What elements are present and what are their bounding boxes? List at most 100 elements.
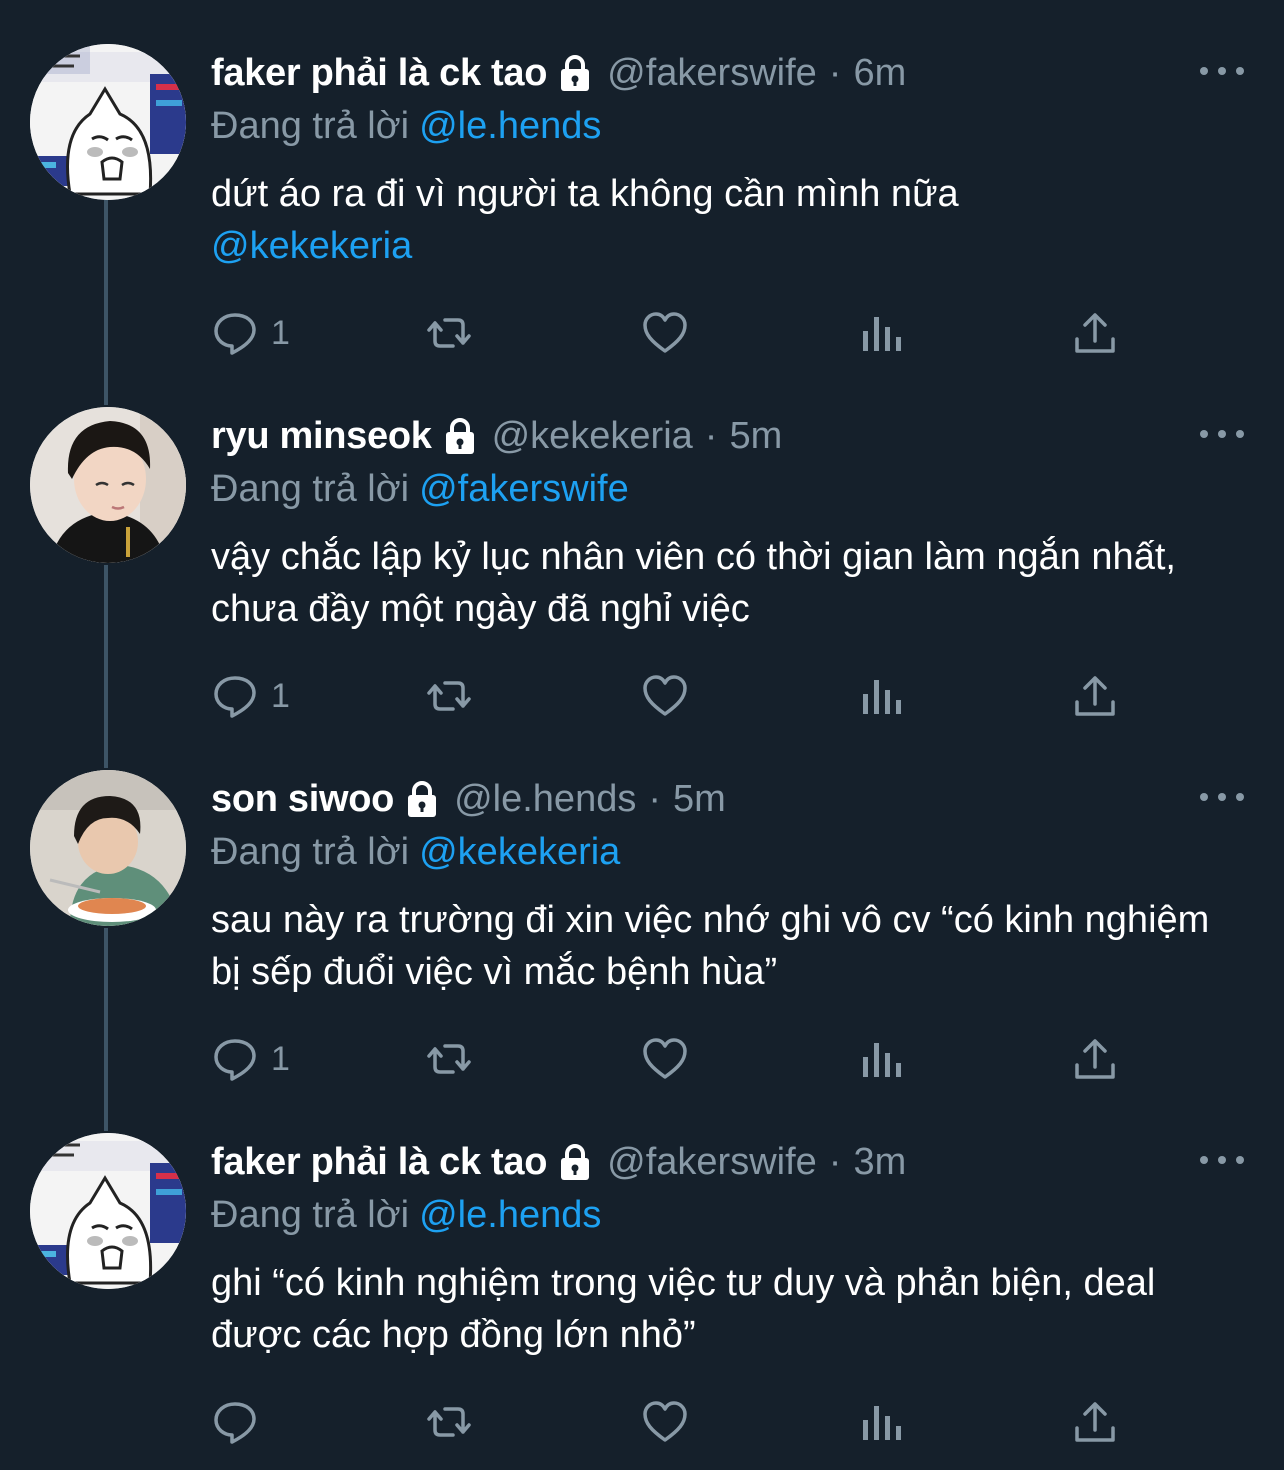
- tweet-text: dứt áo ra đi vì người ta không cần mình …: [211, 168, 1241, 272]
- action-bar: 1: [211, 1029, 1211, 1089]
- reply-to-mention[interactable]: @fakerswife: [419, 468, 629, 510]
- separator: ·: [828, 1141, 842, 1183]
- tweet-text-content: ghi “có kinh nghiệm trong việc tư duy và…: [211, 1262, 1156, 1356]
- retweet-icon: [427, 1044, 471, 1074]
- more-dots-icon[interactable]: [1200, 56, 1244, 86]
- handle[interactable]: @le.hends: [454, 770, 636, 828]
- reply-icon: [214, 676, 256, 718]
- reply-button[interactable]: 1: [211, 303, 290, 363]
- retweet-icon: [427, 318, 471, 348]
- avatar-image: [30, 407, 186, 563]
- separator: ·: [828, 52, 842, 94]
- reply-icon: [214, 1039, 256, 1081]
- reply-context: Đang trả lời @le.hends: [211, 1191, 1244, 1239]
- avatar-image: [30, 1133, 186, 1289]
- action-bar: 1: [211, 666, 1211, 726]
- avatar[interactable]: [30, 1133, 186, 1289]
- tweet-text: vậy chắc lập kỷ lục nhân viên có thời gi…: [211, 531, 1241, 635]
- reply-context: Đang trả lời @fakerswife: [211, 465, 1244, 513]
- analytics-icon: [863, 1043, 901, 1077]
- timestamp[interactable]: 3m: [853, 1133, 906, 1191]
- analytics-button[interactable]: [857, 666, 905, 726]
- reply-to-mention[interactable]: @le.hends: [419, 1194, 601, 1236]
- reply-to-mention[interactable]: @le.hends: [419, 105, 601, 147]
- tweet-text: sau này ra trường đi xin việc nhớ ghi vô…: [211, 894, 1241, 998]
- handle[interactable]: @fakerswife: [607, 1133, 817, 1191]
- display-name[interactable]: ryu minseok: [211, 407, 432, 465]
- like-button[interactable]: [641, 1029, 689, 1089]
- timestamp[interactable]: 6m: [853, 44, 906, 102]
- share-button[interactable]: [1071, 666, 1119, 726]
- lock-icon: [402, 779, 442, 819]
- like-icon: [643, 675, 687, 716]
- tweet-text: ghi “có kinh nghiệm trong việc tư duy và…: [211, 1257, 1241, 1361]
- avatar[interactable]: [30, 407, 186, 563]
- separator: ·: [704, 415, 718, 457]
- retweet-button[interactable]: [425, 1029, 473, 1089]
- reply-button[interactable]: 1: [211, 666, 290, 726]
- timestamp[interactable]: 5m: [673, 770, 726, 828]
- tweet[interactable]: faker phải là ck tao @fakerswife · 6m Đa…: [0, 44, 1284, 364]
- reply-icon: [214, 313, 256, 355]
- more-dots-icon[interactable]: [1200, 1145, 1244, 1175]
- handle[interactable]: @kekekeria: [492, 407, 693, 465]
- lock-icon: [555, 1142, 595, 1182]
- retweet-button[interactable]: [425, 666, 473, 726]
- share-icon: [1075, 1402, 1115, 1442]
- like-icon: [643, 312, 687, 353]
- text-mention[interactable]: @kekekeria: [211, 220, 1241, 272]
- like-icon: [643, 1401, 687, 1442]
- lock-icon: [555, 53, 595, 93]
- action-bar: [211, 1392, 1211, 1452]
- share-button[interactable]: [1071, 1392, 1119, 1452]
- analytics-button[interactable]: [857, 1392, 905, 1452]
- like-button[interactable]: [641, 666, 689, 726]
- avatar[interactable]: [30, 770, 186, 926]
- analytics-icon: [863, 680, 901, 714]
- tweet-text-content: dứt áo ra đi vì người ta không cần mình …: [211, 173, 959, 215]
- share-icon: [1075, 1039, 1115, 1079]
- retweet-button[interactable]: [425, 303, 473, 363]
- analytics-icon: [863, 317, 901, 351]
- timestamp[interactable]: 5m: [729, 407, 782, 465]
- analytics-button[interactable]: [857, 1029, 905, 1089]
- analytics-button[interactable]: [857, 303, 905, 363]
- like-button[interactable]: [641, 303, 689, 363]
- tweet[interactable]: son siwoo @le.hends · 5m Đang trả lời @ke…: [0, 770, 1284, 1090]
- retweet-icon: [427, 1407, 471, 1437]
- retweet-icon: [427, 681, 471, 711]
- analytics-icon: [863, 1406, 901, 1440]
- avatar-image: [30, 44, 186, 200]
- reply-prefix: Đang trả lời: [211, 105, 410, 147]
- handle[interactable]: @fakerswife: [607, 44, 817, 102]
- action-bar: 1: [211, 303, 1211, 363]
- tweet[interactable]: ryu minseok @kekekeria · 5m Đang trả lời…: [0, 407, 1284, 727]
- lock-icon: [440, 416, 480, 456]
- reply-count: 1: [271, 1039, 290, 1078]
- reply-button[interactable]: 1: [211, 1029, 290, 1089]
- share-icon: [1075, 313, 1115, 353]
- share-button[interactable]: [1071, 1029, 1119, 1089]
- reply-prefix: Đang trả lời: [211, 1194, 410, 1236]
- tweet[interactable]: faker phải là ck tao @fakerswife · 3m Đa…: [0, 1133, 1284, 1453]
- retweet-button[interactable]: [425, 1392, 473, 1452]
- reply-button[interactable]: [211, 1392, 271, 1452]
- reply-to-mention[interactable]: @kekekeria: [419, 831, 620, 873]
- reply-count: 1: [271, 676, 290, 715]
- more-dots-icon[interactable]: [1200, 782, 1244, 812]
- reply-icon: [214, 1402, 256, 1444]
- tweet-text-content: vậy chắc lập kỷ lục nhân viên có thời gi…: [211, 536, 1176, 630]
- reply-prefix: Đang trả lời: [211, 831, 410, 873]
- like-icon: [643, 1038, 687, 1079]
- reply-context: Đang trả lời @le.hends: [211, 102, 1244, 150]
- like-button[interactable]: [641, 1392, 689, 1452]
- share-button[interactable]: [1071, 303, 1119, 363]
- avatar-image: [30, 770, 186, 926]
- display-name[interactable]: faker phải là ck tao: [211, 1133, 547, 1191]
- display-name[interactable]: faker phải là ck tao: [211, 44, 547, 102]
- separator: ·: [648, 778, 661, 820]
- avatar[interactable]: [30, 44, 186, 200]
- reply-count: 1: [271, 313, 290, 352]
- more-dots-icon[interactable]: [1200, 419, 1244, 449]
- display-name[interactable]: son siwoo: [211, 770, 394, 828]
